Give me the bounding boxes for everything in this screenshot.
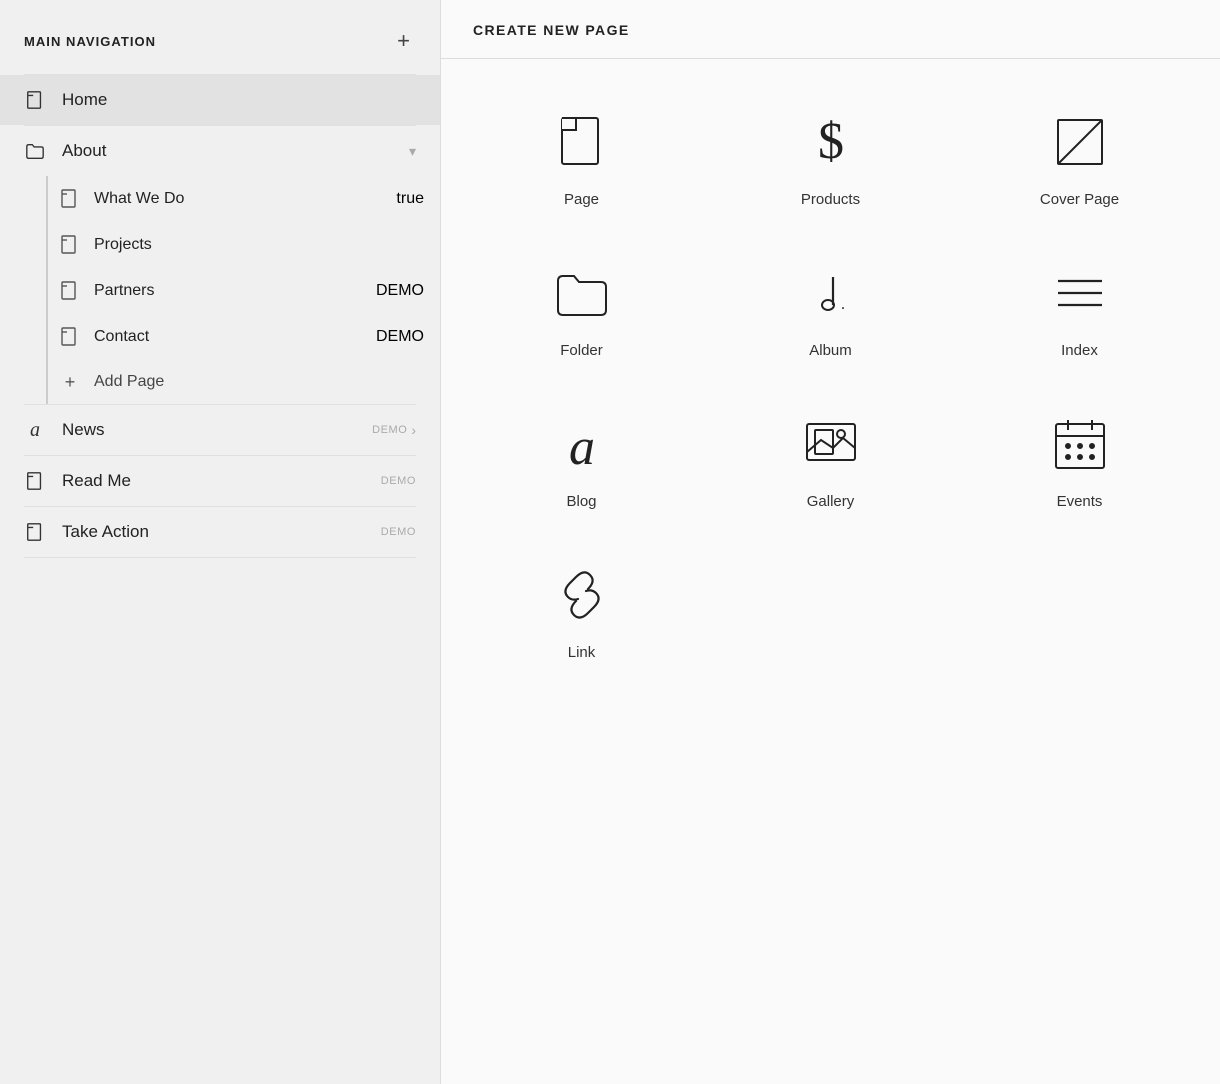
panel-title: CREATE NEW PAGE <box>473 22 630 38</box>
page-icon-read-me <box>24 470 46 492</box>
page-type-page-label: Page <box>564 191 599 208</box>
page-icon-what-we-do <box>60 189 80 209</box>
page-type-link[interactable]: Link <box>457 532 706 683</box>
sub-item-partners-label: Partners <box>94 282 376 300</box>
add-nav-item-button[interactable]: + <box>391 28 416 54</box>
read-me-demo-badge: DEMO <box>381 475 416 487</box>
sub-item-what-we-do-label: What We Do <box>94 190 396 208</box>
page-type-index-label: Index <box>1061 342 1098 359</box>
sidebar: MAIN NAVIGATION + Home About ▾ <box>0 0 440 1084</box>
page-type-album[interactable]: . Album <box>706 230 955 381</box>
page-type-blog-label: Blog <box>566 493 596 510</box>
page-type-blog-icon: a <box>547 409 617 479</box>
nav-item-read-me[interactable]: Read Me DEMO <box>0 456 440 506</box>
folder-icon-about <box>24 140 46 162</box>
nav-item-take-action[interactable]: Take Action DEMO <box>0 507 440 557</box>
sub-item-what-we-do[interactable]: What We Do true <box>48 176 440 222</box>
plus-icon: + <box>60 372 80 392</box>
page-type-link-icon <box>547 560 617 630</box>
page-types-grid: Page $ Products Cover Page <box>441 59 1220 703</box>
page-type-album-icon: . <box>796 258 866 328</box>
page-type-gallery-icon <box>796 409 866 479</box>
take-action-demo-badge: DEMO <box>381 526 416 538</box>
contact-demo-badge: DEMO <box>376 328 424 346</box>
page-type-cover-page[interactable]: Cover Page <box>955 79 1204 230</box>
page-type-events-icon <box>1045 409 1115 479</box>
page-type-album-label: Album <box>809 342 852 359</box>
partners-demo-badge: DEMO <box>376 282 424 300</box>
sidebar-title: MAIN NAVIGATION <box>24 34 156 49</box>
page-icon-partners <box>60 281 80 301</box>
page-type-products[interactable]: $ Products <box>706 79 955 230</box>
panel-header: CREATE NEW PAGE <box>441 0 1220 59</box>
page-type-index[interactable]: Index <box>955 230 1204 381</box>
about-sub-items: What We Do true Projects Partners DE <box>46 176 440 404</box>
page-type-events[interactable]: Events <box>955 381 1204 532</box>
sub-item-projects[interactable]: Projects <box>48 222 440 268</box>
sub-item-partners[interactable]: Partners DEMO <box>48 268 440 314</box>
page-icon-take-action <box>24 521 46 543</box>
svg-text:a: a <box>569 419 595 474</box>
sub-item-contact[interactable]: Contact DEMO <box>48 314 440 360</box>
page-type-folder-label: Folder <box>560 342 603 359</box>
nav-item-read-me-label: Read Me <box>62 471 373 491</box>
nav-item-take-action-label: Take Action <box>62 522 373 542</box>
news-chevron: › <box>411 422 416 438</box>
nav-item-home[interactable]: Home <box>0 75 440 125</box>
divider-5 <box>24 557 416 558</box>
svg-text:$: $ <box>818 113 844 170</box>
page-type-folder[interactable]: Folder <box>457 230 706 381</box>
page-icon-projects <box>60 235 80 255</box>
page-type-page-icon <box>547 107 617 177</box>
nav-item-news[interactable]: a News DEMO › <box>0 405 440 455</box>
blog-icon-news: a <box>24 419 46 441</box>
add-page-label: Add Page <box>94 373 164 391</box>
page-type-cover-page-icon <box>1045 107 1115 177</box>
nav-item-news-label: News <box>62 420 364 440</box>
page-type-gallery-label: Gallery <box>807 493 855 510</box>
about-chevron: ▾ <box>409 143 416 160</box>
page-icon <box>24 89 46 111</box>
page-type-events-label: Events <box>1057 493 1103 510</box>
page-icon-contact <box>60 327 80 347</box>
sub-item-projects-label: Projects <box>94 236 424 254</box>
svg-text:.: . <box>841 296 845 313</box>
page-type-index-icon <box>1045 258 1115 328</box>
page-type-page[interactable]: Page <box>457 79 706 230</box>
nav-item-about[interactable]: About ▾ <box>0 126 440 176</box>
page-type-blog[interactable]: a Blog <box>457 381 706 532</box>
sub-item-contact-label: Contact <box>94 328 376 346</box>
nav-item-about-label: About <box>62 141 405 161</box>
page-type-products-icon: $ <box>796 107 866 177</box>
sidebar-header: MAIN NAVIGATION + <box>0 0 440 74</box>
right-panel: CREATE NEW PAGE Page $ Products <box>440 0 1220 1084</box>
page-type-link-label: Link <box>568 644 596 661</box>
news-demo-badge: DEMO <box>372 424 407 436</box>
page-type-gallery[interactable]: Gallery <box>706 381 955 532</box>
add-page-button[interactable]: + Add Page <box>48 360 440 404</box>
page-type-folder-icon <box>547 258 617 328</box>
nav-item-home-label: Home <box>62 90 416 110</box>
page-type-cover-page-label: Cover Page <box>1040 191 1119 208</box>
page-type-products-label: Products <box>801 191 860 208</box>
what-we-do-demo-badge: true <box>396 190 424 208</box>
